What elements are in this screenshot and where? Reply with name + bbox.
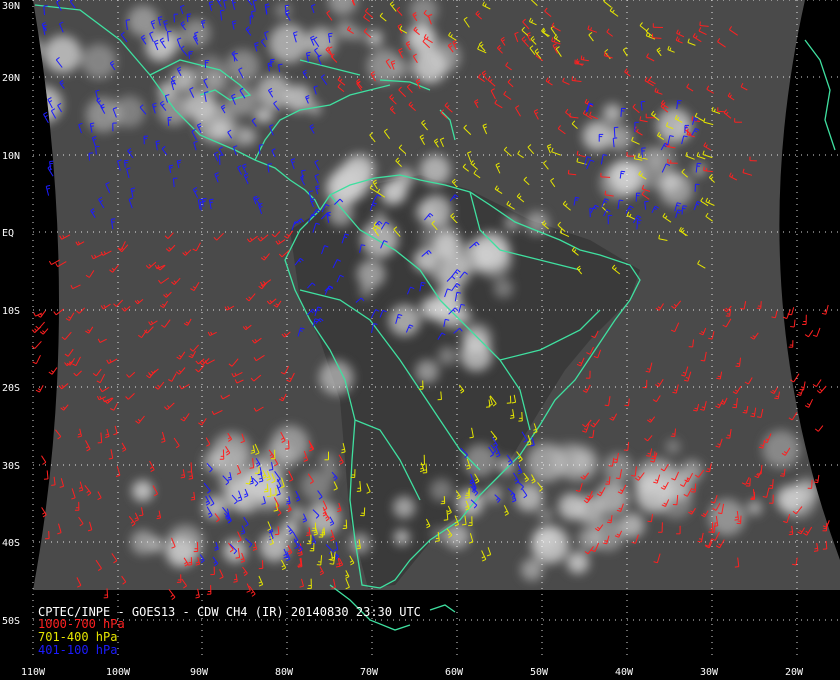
lat-label: 30S bbox=[2, 461, 20, 472]
lat-label: 40S bbox=[2, 538, 20, 549]
lat-label: 20N bbox=[2, 73, 20, 84]
lon-label: 100W bbox=[106, 667, 131, 678]
lon-label: 40W bbox=[615, 667, 634, 678]
lat-label: EQ bbox=[2, 228, 14, 239]
satellite-image bbox=[33, 0, 840, 590]
lon-label: 20W bbox=[785, 667, 804, 678]
lon-label: 90W bbox=[190, 667, 209, 678]
lat-label: 30N bbox=[2, 1, 20, 12]
lon-label: 110W bbox=[21, 667, 46, 678]
lon-label: 50W bbox=[530, 667, 549, 678]
legend-mid-level: 701-400 hPa bbox=[38, 630, 117, 644]
satellite-wind-map: 30N 20N 10N EQ 10S 20S 30S 40S 50S 110W 100W 90W 80… bbox=[0, 0, 840, 680]
lon-label: 30W bbox=[700, 667, 719, 678]
legend-high-level: 401-100 hPa bbox=[38, 643, 117, 657]
lon-label: 70W bbox=[360, 667, 379, 678]
lon-label: 60W bbox=[445, 667, 464, 678]
lat-label: 50S bbox=[2, 616, 20, 627]
legend-low-level: 1000-700 hPa bbox=[38, 617, 125, 631]
lon-label: 80W bbox=[275, 667, 294, 678]
lat-label: 20S bbox=[2, 383, 20, 394]
lat-label: 10N bbox=[2, 151, 20, 162]
lat-label: 10S bbox=[2, 306, 20, 317]
